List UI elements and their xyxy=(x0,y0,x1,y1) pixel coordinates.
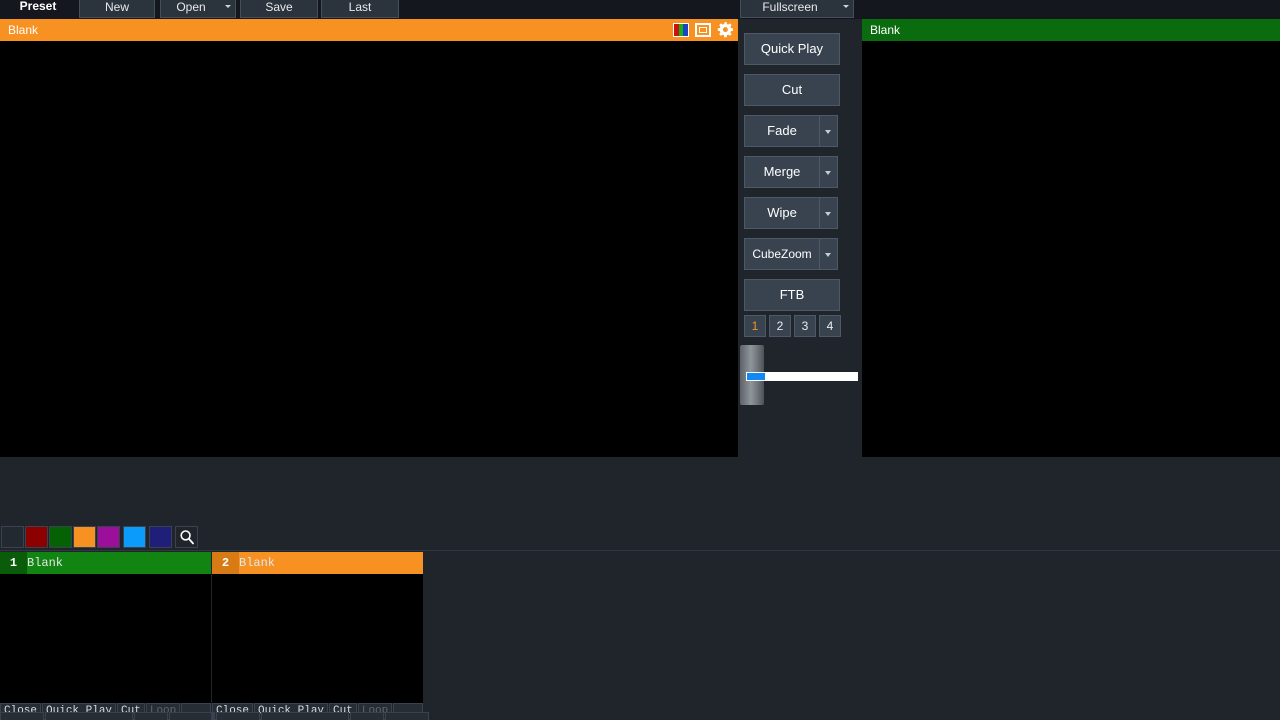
program-preview-surface[interactable] xyxy=(0,41,738,457)
swatch-dark-green[interactable] xyxy=(49,526,72,548)
transition-fade-dropdown-arrow[interactable] xyxy=(820,115,838,147)
output-preview-surface[interactable] xyxy=(862,41,1280,457)
tbar-track[interactable] xyxy=(746,372,858,381)
clipped-button-5[interactable] xyxy=(216,712,261,720)
transition-cut-button[interactable]: Cut xyxy=(744,74,840,106)
transition-fade-button[interactable]: Fade xyxy=(744,115,820,147)
menu-open-dropdown-arrow[interactable] xyxy=(221,0,236,18)
swatch-navy[interactable] xyxy=(149,526,172,548)
output-preview-title: Blank xyxy=(870,23,901,37)
swatch-orange[interactable] xyxy=(73,526,96,548)
menu-fullscreen-button[interactable]: Fullscreen xyxy=(740,0,840,18)
window-icon[interactable] xyxy=(695,23,711,37)
clipped-divider xyxy=(213,712,216,720)
menu-last-button[interactable]: Last xyxy=(321,0,399,18)
clipped-button-3[interactable] xyxy=(133,712,168,720)
clipped-button-4[interactable] xyxy=(168,712,213,720)
app-root: Preset New Open Save Last Fullscreen Bla… xyxy=(0,0,1280,720)
color-swatch-bar xyxy=(0,525,1280,551)
playlist-card-1-header: 1 Blank xyxy=(0,552,211,574)
swatch-dark-red[interactable] xyxy=(25,526,48,548)
transition-cubezoom-dropdown-arrow[interactable] xyxy=(820,238,838,270)
playlist-card-1-number: 1 xyxy=(0,552,27,574)
clipped-bottom-toolbar-row xyxy=(0,712,430,720)
clipped-button-1[interactable] xyxy=(0,712,44,720)
layer-button-2[interactable]: 2 xyxy=(769,315,791,337)
layer-button-1[interactable]: 1 xyxy=(744,315,766,337)
playlist-card-2-number: 2 xyxy=(212,552,239,574)
gear-icon[interactable] xyxy=(717,22,733,38)
clipped-button-8[interactable] xyxy=(385,712,429,720)
program-preview-title: Blank xyxy=(8,23,39,37)
color-bars-icon[interactable] xyxy=(673,23,689,37)
playlist-card-1-thumbnail[interactable] xyxy=(0,574,211,697)
transition-cubezoom-button[interactable]: CubeZoom xyxy=(744,238,820,270)
tbar-fill xyxy=(747,373,765,380)
playlist-card-2[interactable]: 2 Blank Close Quick Play Cut Loop xyxy=(212,552,423,720)
clipped-button-2[interactable] xyxy=(44,712,133,720)
output-preview-header: Blank xyxy=(862,19,1280,41)
swatch-default[interactable] xyxy=(1,526,24,548)
program-preview-icon-group xyxy=(673,19,733,41)
menu-new-button[interactable]: New xyxy=(79,0,155,18)
menu-open-button[interactable]: Open xyxy=(160,0,222,18)
clipped-button-7[interactable] xyxy=(350,712,385,720)
transition-ftb-button[interactable]: FTB xyxy=(744,279,840,311)
search-icon[interactable] xyxy=(175,526,198,548)
transition-wipe-button[interactable]: Wipe xyxy=(744,197,820,229)
menu-fullscreen-dropdown-arrow[interactable] xyxy=(839,0,854,18)
swatch-magenta[interactable] xyxy=(97,526,120,548)
transition-wipe-dropdown-arrow[interactable] xyxy=(820,197,838,229)
layer-button-3[interactable]: 3 xyxy=(794,315,816,337)
playlist-card-1[interactable]: 1 Blank Close Quick Play Cut Loop xyxy=(0,552,211,720)
playlist-card-2-header: 2 Blank xyxy=(212,552,423,574)
menu-save-button[interactable]: Save xyxy=(240,0,318,18)
playlist-spacer-strip xyxy=(0,457,1280,525)
transition-quick-play-button[interactable]: Quick Play xyxy=(744,33,840,65)
layer-button-4[interactable]: 4 xyxy=(819,315,841,337)
top-menu-bar: Preset New Open Save Last Fullscreen xyxy=(0,0,1280,19)
program-preview-header: Blank xyxy=(0,19,738,41)
preset-label: Preset xyxy=(19,0,57,13)
playlist-card-1-title: Blank xyxy=(27,556,64,570)
playlist-card-2-thumbnail[interactable] xyxy=(212,574,423,697)
playlist-card-2-title: Blank xyxy=(239,556,276,570)
swatch-blue[interactable] xyxy=(123,526,146,548)
transition-merge-dropdown-arrow[interactable] xyxy=(820,156,838,188)
transition-merge-button[interactable]: Merge xyxy=(744,156,820,188)
clipped-button-6[interactable] xyxy=(261,712,350,720)
